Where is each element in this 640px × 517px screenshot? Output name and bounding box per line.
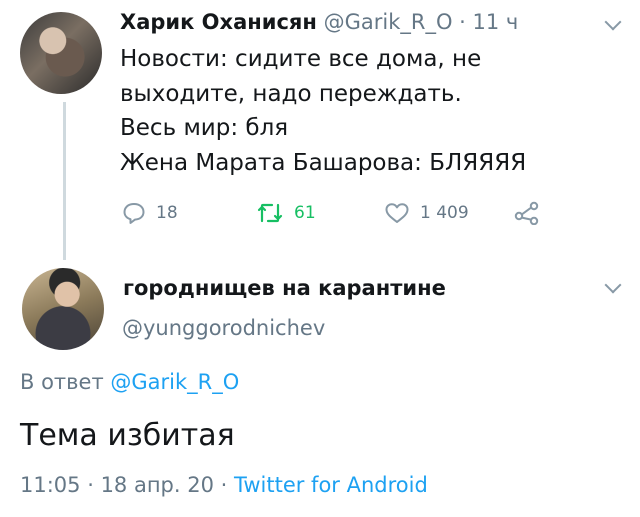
- reply-to-label: В ответ: [20, 370, 104, 394]
- retweet-icon: [257, 203, 283, 223]
- tweet-time[interactable]: 11:05: [20, 473, 81, 497]
- tweet-source[interactable]: Twitter for Android: [234, 473, 428, 497]
- author-name[interactable]: Харик Оханисян: [120, 10, 317, 34]
- chevron-down-icon[interactable]: [604, 276, 622, 294]
- like-icon: [385, 203, 409, 223]
- separator-dot: ·: [452, 10, 473, 34]
- avatar[interactable]: [22, 268, 104, 350]
- share-icon: [514, 201, 539, 225]
- reply-to-mention[interactable]: @Garik_R_O: [110, 370, 239, 394]
- retweet-button[interactable]: 61: [256, 200, 316, 226]
- author-handle[interactable]: @Garik_R_O: [324, 10, 453, 34]
- author-name[interactable]: городнищев на карантине: [123, 274, 446, 302]
- share-button[interactable]: [514, 200, 550, 226]
- tweet-time[interactable]: 11 ч: [473, 10, 519, 34]
- separator-dot: ·: [80, 473, 101, 497]
- author-handle[interactable]: @yunggorodnichev: [122, 314, 325, 342]
- tweet-date[interactable]: 18 апр. 20: [101, 473, 214, 497]
- tweet-line: Весь мир: бля: [120, 115, 289, 141]
- tweet-meta: 11:05 · 18 апр. 20 · Twitter for Android: [20, 471, 428, 499]
- like-button[interactable]: 1 409: [384, 200, 469, 226]
- separator-dot: ·: [213, 473, 234, 497]
- tweet-line: Жена Марата Башарова: БЛЯЯЯЯ: [120, 149, 527, 176]
- tweet-line: выходите, надо переждать.: [120, 80, 462, 107]
- reply-context: В ответ @Garik_R_O: [20, 368, 239, 396]
- avatar[interactable]: [20, 12, 102, 94]
- reply-button[interactable]: 18: [122, 200, 178, 226]
- tweet-header: Харик Оханисян @Garik_R_O · 11 ч: [120, 8, 518, 36]
- tweet-text: Новости: сидите все дома, не выходите, н…: [120, 42, 600, 180]
- thread-connector: [63, 102, 66, 260]
- tweet-text: Тема избитая: [20, 418, 235, 453]
- retweet-count: 61: [294, 203, 316, 223]
- tweet-line: Новости: сидите все дома, не: [120, 46, 482, 72]
- chevron-down-icon[interactable]: [604, 13, 622, 31]
- reply-count: 18: [156, 203, 178, 223]
- reply-icon: [123, 203, 145, 224]
- like-count: 1 409: [420, 203, 469, 223]
